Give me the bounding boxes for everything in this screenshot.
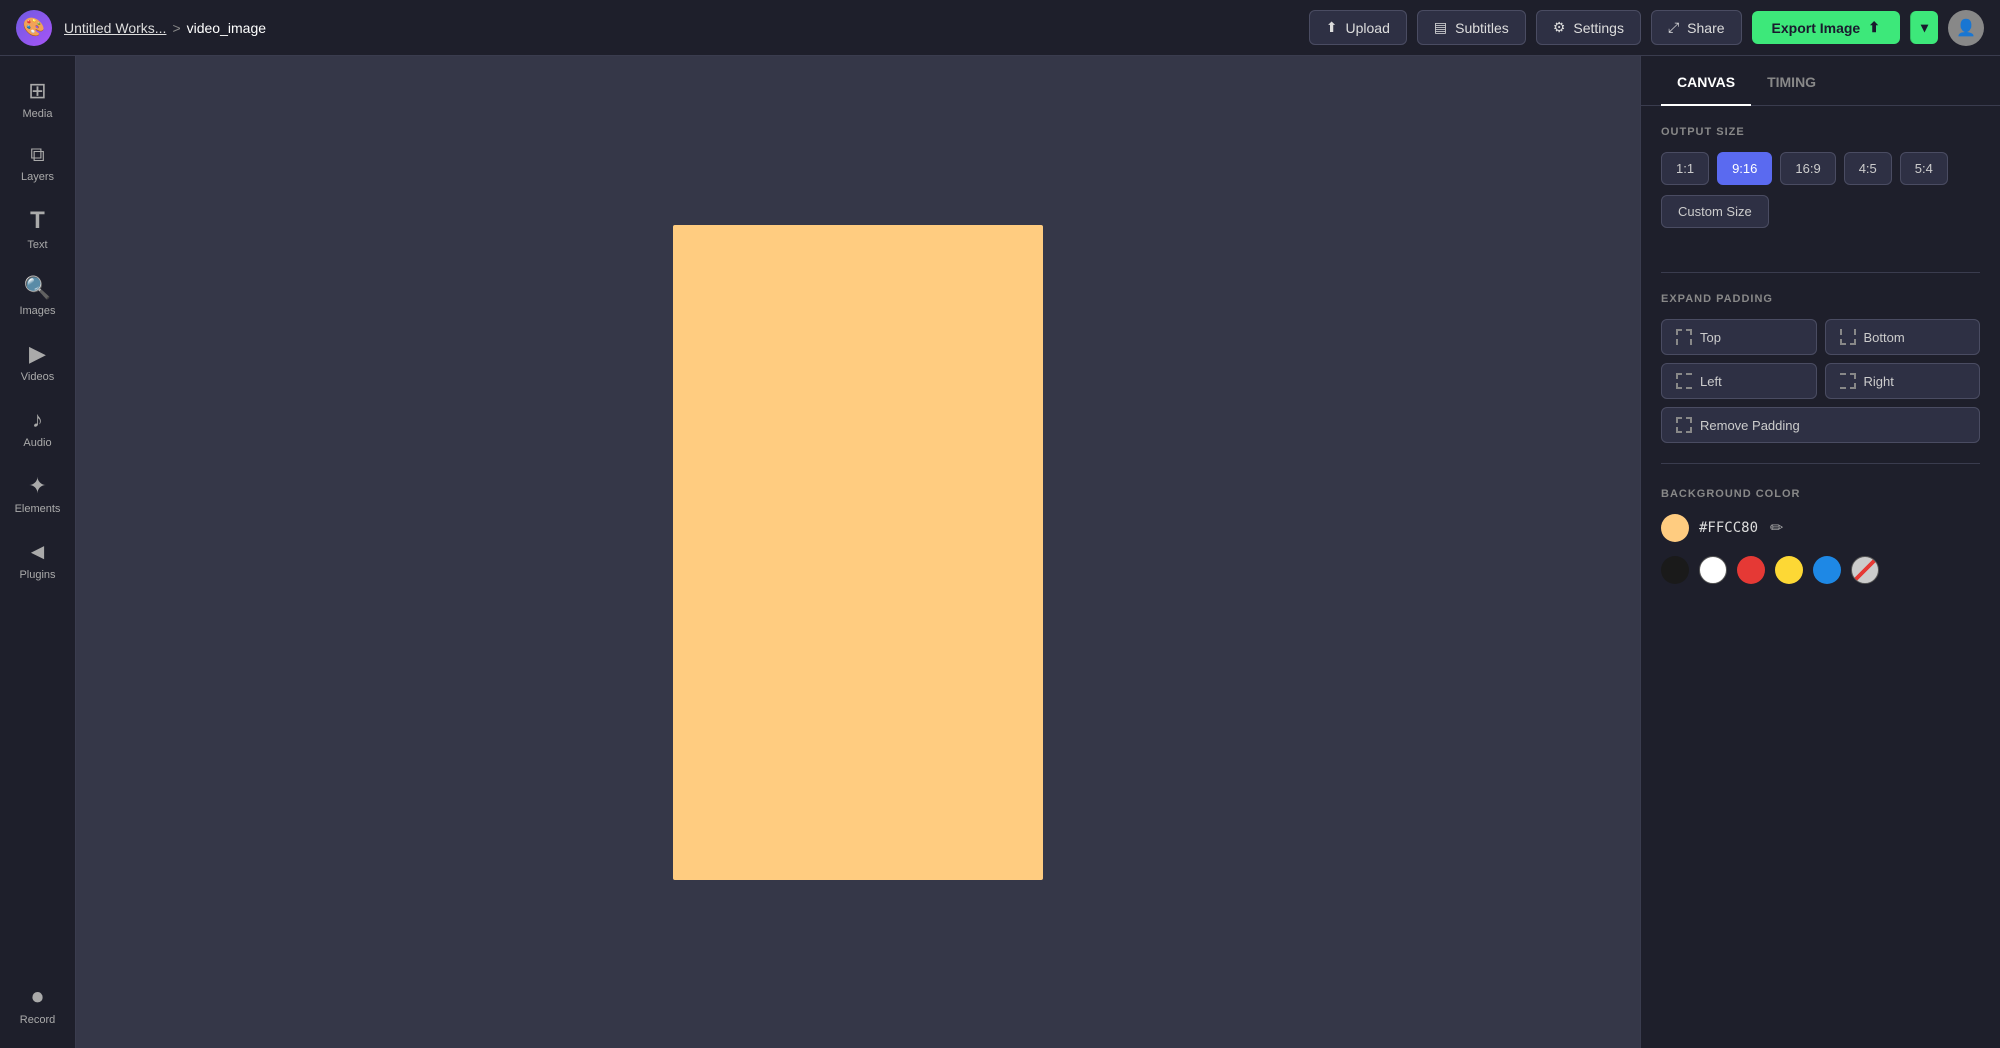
header: 🎨 Untitled Works... > video_image ⬆ Uplo… [0,0,2000,56]
app-logo: 🎨 [16,10,52,46]
export-button[interactable]: Export Image ⬆ [1752,11,1900,44]
padding-bottom-icon [1840,329,1856,345]
share-icon: ⤢ [1668,19,1679,36]
panel-right: CANVAS TIMING OUTPUT SIZE 1:1 9:16 16:9 [1640,56,2000,1048]
padding-btn-top[interactable]: Top [1661,319,1817,355]
background-color-label: BACKGROUND COLOR [1661,488,1980,500]
padding-btn-bottom[interactable]: Bottom [1825,319,1981,355]
panel-body: OUTPUT SIZE 1:1 9:16 16:9 4:5 5:4 [1641,106,2000,604]
padding-btn-left[interactable]: Left [1661,363,1817,399]
padding-top-icon [1676,329,1692,345]
sidebar-item-text[interactable]: T Text [4,197,72,261]
layers-icon: ⧉ [30,144,44,167]
tab-timing[interactable]: TIMING [1751,56,1832,106]
color-presets [1661,556,1980,584]
chevron-down-icon: ▾ [1921,19,1928,35]
current-color-value: #FFCC80 [1699,520,1758,536]
custom-size-button[interactable]: Custom Size [1661,195,1769,228]
sidebar-item-record[interactable]: ⏺ Record [4,974,72,1036]
text-icon: T [30,207,45,235]
size-options: 1:1 9:16 16:9 4:5 5:4 [1661,152,1980,185]
header-actions: ⬆ Upload ▤ Subtitles ⚙ Settings ⤢ Share … [1309,10,1984,46]
project-name[interactable]: Untitled Works... [64,20,166,36]
sidebar-item-label: Plugins [19,569,55,581]
audio-icon: ♪ [32,407,43,433]
tab-canvas[interactable]: CANVAS [1661,56,1751,106]
sidebar-item-label: Audio [23,437,51,449]
sidebar-item-layers[interactable]: ⧉ Layers [4,134,72,193]
sidebar-item-videos[interactable]: ▶ Videos [4,331,72,393]
sidebar-item-images[interactable]: 🔍 Images [4,265,72,327]
preset-none[interactable] [1851,556,1879,584]
padding-remove-icon [1676,417,1692,433]
size-btn-16-9[interactable]: 16:9 [1780,152,1835,185]
settings-icon: ⚙ [1553,19,1566,36]
size-btn-4-5[interactable]: 4:5 [1844,152,1892,185]
sidebar-item-label: Videos [21,371,54,383]
record-icon: ⏺ [32,984,43,1010]
padding-btn-remove[interactable]: Remove Padding [1661,407,1980,443]
export-icon: ⬆ [1868,19,1880,36]
sidebar-item-label: Layers [21,171,54,183]
sidebar-left: ⊞ Media ⧉ Layers T Text 🔍 Images ▶ Video… [0,56,76,1048]
padding-grid: Top Bottom Left Right [1661,319,1980,443]
plugins-icon: ◄ [27,539,49,565]
preset-white[interactable] [1699,556,1727,584]
expand-padding-label: EXPAND PADDING [1661,293,1980,305]
breadcrumb: Untitled Works... > video_image [64,20,266,36]
eyedropper-button[interactable]: ✏ [1768,516,1785,540]
size-btn-9-16[interactable]: 9:16 [1717,152,1772,185]
preset-black[interactable] [1661,556,1689,584]
divider-1 [1661,272,1980,273]
padding-row-remove: Remove Padding [1661,407,1980,443]
sidebar-item-label: Images [19,305,55,317]
sidebar-item-label: Elements [15,503,61,515]
eyedropper-icon: ✏ [1770,520,1783,537]
subtitles-button[interactable]: ▤ Subtitles [1417,10,1526,45]
canvas-area [76,56,1640,1048]
preset-blue[interactable] [1813,556,1841,584]
images-icon: 🔍 [24,275,51,301]
media-icon: ⊞ [28,78,46,104]
padding-row-top-bottom: Top Bottom [1661,319,1980,355]
sidebar-item-plugins[interactable]: ◄ Plugins [4,529,72,591]
breadcrumb-separator: > [172,20,180,36]
canvas-content [673,225,1043,880]
sidebar-item-label: Media [23,108,53,120]
padding-right-icon [1840,373,1856,389]
panel-tabs: CANVAS TIMING [1641,56,2000,106]
sidebar-item-label: Text [27,239,47,251]
output-size-label: OUTPUT SIZE [1661,126,1980,138]
main: ⊞ Media ⧉ Layers T Text 🔍 Images ▶ Video… [0,56,2000,1048]
padding-left-icon [1676,373,1692,389]
preset-red[interactable] [1737,556,1765,584]
sidebar-item-elements[interactable]: ✦ Elements [4,463,72,525]
sidebar-item-label: Record [20,1014,55,1026]
sidebar-item-audio[interactable]: ♪ Audio [4,397,72,459]
videos-icon: ▶ [29,341,46,367]
sidebar-item-media[interactable]: ⊞ Media [4,68,72,130]
divider-2 [1661,463,1980,464]
elements-icon: ✦ [28,473,46,499]
share-button[interactable]: ⤢ Share [1651,10,1742,45]
padding-btn-right[interactable]: Right [1825,363,1981,399]
size-btn-1-1[interactable]: 1:1 [1661,152,1709,185]
upload-icon: ⬆ [1326,19,1338,36]
size-btn-5-4[interactable]: 5:4 [1900,152,1948,185]
padding-row-left-right: Left Right [1661,363,1980,399]
export-dropdown-button[interactable]: ▾ [1910,11,1938,44]
avatar[interactable]: 👤 [1948,10,1984,46]
settings-button[interactable]: ⚙ Settings [1536,10,1641,45]
preset-yellow[interactable] [1775,556,1803,584]
bg-color-row: #FFCC80 ✏ [1661,514,1980,542]
subtitles-icon: ▤ [1434,19,1447,36]
current-color-swatch[interactable] [1661,514,1689,542]
scene-name: video_image [187,20,266,36]
upload-button[interactable]: ⬆ Upload [1309,10,1407,45]
